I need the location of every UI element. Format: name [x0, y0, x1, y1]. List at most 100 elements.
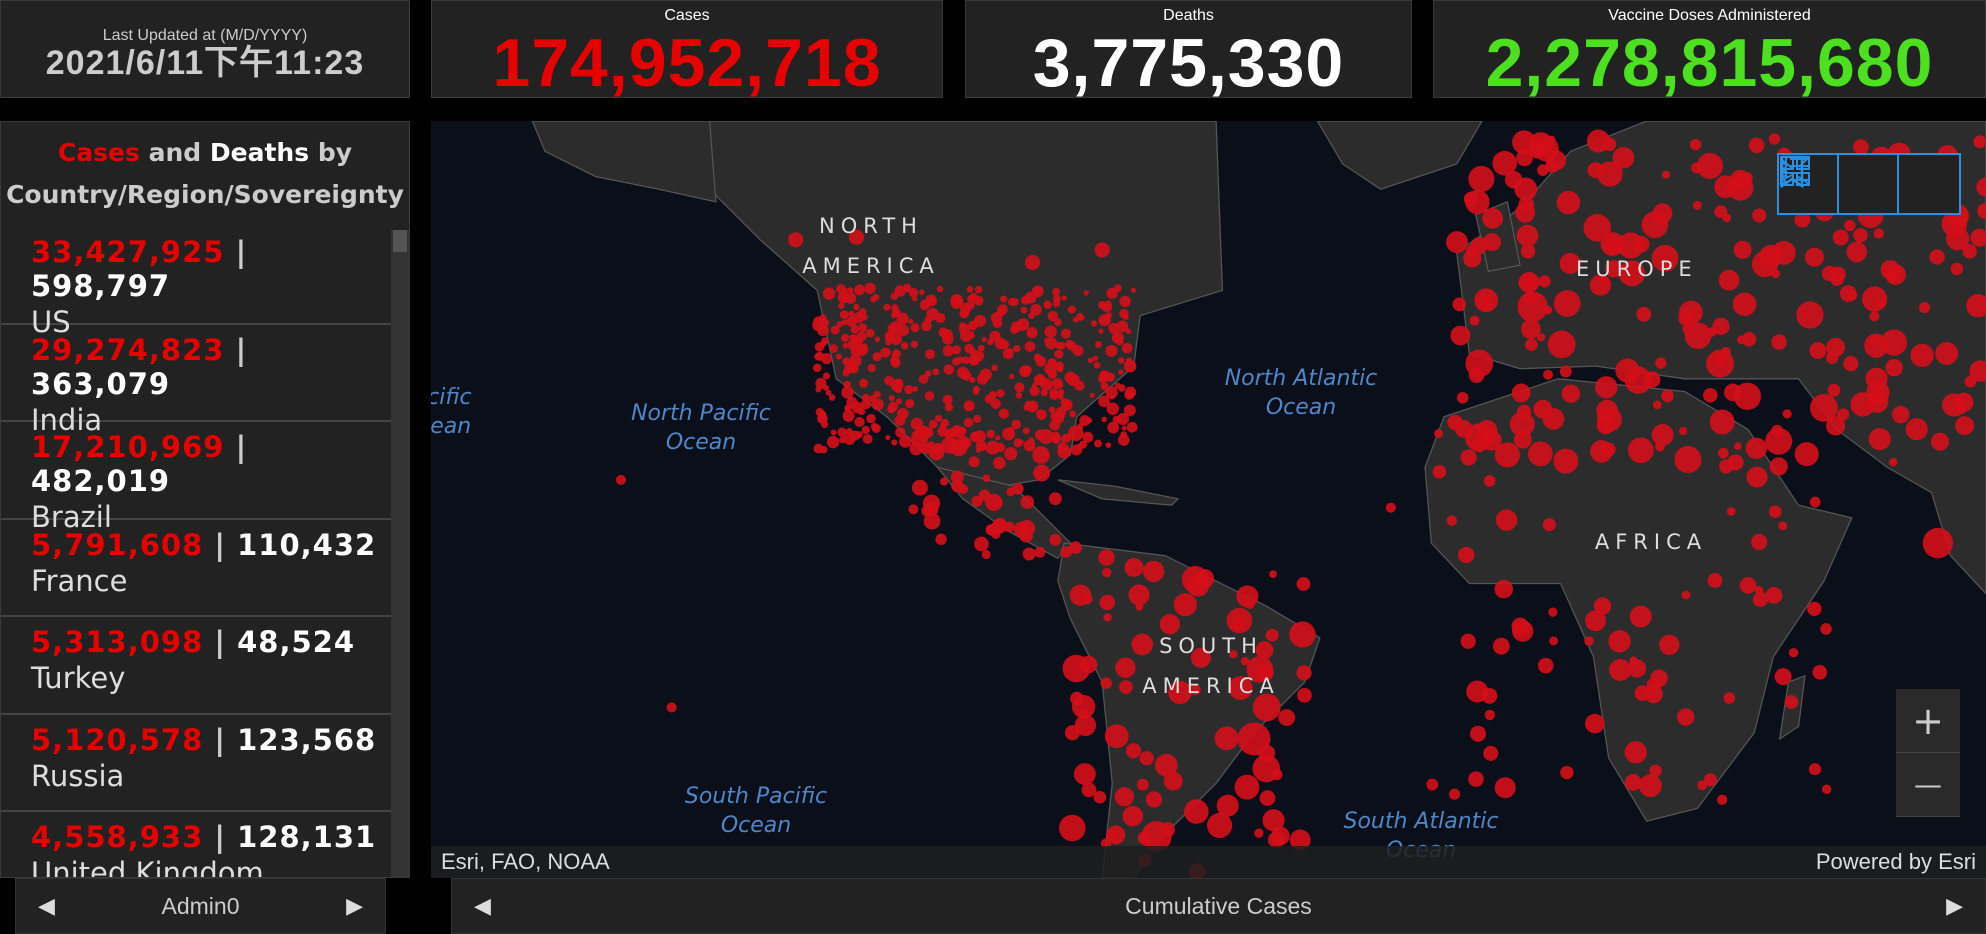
case-circle[interactable] [854, 284, 865, 296]
case-circle[interactable] [1066, 340, 1077, 351]
case-circle[interactable] [1426, 778, 1439, 791]
case-circle[interactable] [1876, 299, 1886, 308]
case-circle[interactable] [825, 389, 832, 396]
case-circle[interactable] [1796, 301, 1824, 329]
case-circle[interactable] [1651, 424, 1674, 446]
case-circle[interactable] [812, 363, 822, 373]
case-circle[interactable] [885, 349, 891, 355]
case-circle[interactable] [1714, 175, 1738, 199]
case-circle[interactable] [1106, 287, 1118, 300]
case-circle[interactable] [1013, 345, 1021, 353]
case-circle[interactable] [1677, 708, 1695, 726]
case-circle[interactable] [1679, 426, 1688, 436]
case-circle[interactable] [1048, 406, 1056, 414]
case-circle[interactable] [1143, 560, 1165, 583]
case-circle[interactable] [858, 323, 868, 333]
case-circle[interactable] [1636, 306, 1652, 322]
case-circle[interactable] [819, 445, 828, 454]
case-circle[interactable] [1556, 190, 1581, 215]
case-circle[interactable] [1821, 784, 1832, 795]
case-circle[interactable] [1941, 211, 1968, 237]
case-circle[interactable] [1830, 272, 1844, 287]
case-circle[interactable] [982, 474, 991, 483]
case-circle[interactable] [1847, 290, 1858, 301]
zoom-in-button[interactable]: + [1896, 689, 1960, 753]
case-circle[interactable] [1655, 357, 1667, 369]
case-circle[interactable] [1808, 763, 1822, 776]
case-circle[interactable] [1019, 365, 1031, 378]
case-circle[interactable] [1093, 439, 1102, 448]
case-circle[interactable] [1055, 341, 1063, 350]
case-circle[interactable] [1105, 344, 1118, 357]
case-circle[interactable] [1804, 247, 1824, 267]
case-circle[interactable] [1061, 295, 1067, 301]
case-circle[interactable] [991, 519, 1007, 535]
case-circle[interactable] [1481, 687, 1498, 704]
case-circle[interactable] [896, 398, 902, 405]
case-circle[interactable] [1029, 385, 1040, 397]
case-circle[interactable] [1752, 208, 1767, 223]
case-circle[interactable] [837, 291, 850, 304]
case-circle[interactable] [1460, 449, 1477, 466]
case-circle[interactable] [968, 347, 977, 356]
case-circle[interactable] [888, 395, 895, 402]
case-circle[interactable] [1068, 305, 1077, 314]
case-circle[interactable] [1661, 389, 1674, 403]
case-circle[interactable] [966, 286, 974, 293]
case-circle[interactable] [666, 702, 677, 713]
country-row[interactable]: 29,274,823 | 363,079 India [1, 325, 393, 437]
case-circle[interactable] [1254, 828, 1264, 838]
case-circle[interactable] [1104, 724, 1129, 749]
case-circle[interactable] [1032, 287, 1042, 297]
case-circle[interactable] [1278, 709, 1296, 727]
case-circle[interactable] [1865, 367, 1888, 390]
case-circle[interactable] [1771, 334, 1787, 350]
case-circle[interactable] [1484, 709, 1496, 721]
case-circle[interactable] [1741, 172, 1753, 184]
case-circle[interactable] [1587, 162, 1604, 178]
case-circle[interactable] [1518, 272, 1540, 293]
case-circle[interactable] [1060, 436, 1066, 442]
case-circle[interactable] [1718, 269, 1740, 291]
case-circle[interactable] [943, 364, 955, 375]
case-circle[interactable] [1807, 601, 1822, 616]
case-circle[interactable] [1074, 380, 1085, 391]
case-circle[interactable] [1014, 382, 1025, 393]
case-circle[interactable] [1026, 327, 1038, 339]
case-circle[interactable] [1608, 630, 1631, 653]
case-circle[interactable] [1812, 664, 1828, 680]
case-circle[interactable] [991, 364, 998, 372]
case-circle[interactable] [1069, 410, 1077, 418]
case-circle[interactable] [1450, 325, 1471, 346]
case-circle[interactable] [1458, 546, 1475, 564]
case-circle[interactable] [1537, 657, 1554, 674]
case-circle[interactable] [1236, 585, 1259, 608]
case-circle[interactable] [861, 425, 870, 435]
case-circle[interactable] [1024, 341, 1036, 352]
case-circle[interactable] [1703, 388, 1718, 403]
case-circle[interactable] [919, 289, 925, 296]
case-circle[interactable] [857, 407, 866, 416]
case-circle[interactable] [891, 439, 898, 446]
case-circle[interactable] [1109, 394, 1115, 400]
case-circle[interactable] [1561, 384, 1581, 403]
case-circle[interactable] [1615, 358, 1640, 383]
case-circle[interactable] [1553, 290, 1581, 317]
case-circle[interactable] [1560, 765, 1574, 780]
case-circle[interactable] [919, 299, 930, 311]
case-circle[interactable] [1521, 319, 1541, 339]
case-circle[interactable] [900, 342, 909, 350]
case-circle[interactable] [1049, 533, 1062, 546]
prev-arrow-icon[interactable]: ◀ [38, 893, 55, 919]
map-next-arrow-icon[interactable]: ▶ [1946, 893, 1963, 919]
case-circle[interactable] [1054, 361, 1064, 371]
case-circle[interactable] [1121, 425, 1127, 431]
case-circle[interactable] [1011, 419, 1021, 430]
case-circle[interactable] [1071, 444, 1083, 456]
case-circle[interactable] [848, 363, 859, 374]
case-circle[interactable] [1869, 311, 1880, 322]
case-circle[interactable] [1873, 228, 1885, 239]
case-circle[interactable] [910, 340, 919, 349]
case-circle[interactable] [1107, 421, 1120, 434]
case-circle[interactable] [1064, 725, 1081, 741]
